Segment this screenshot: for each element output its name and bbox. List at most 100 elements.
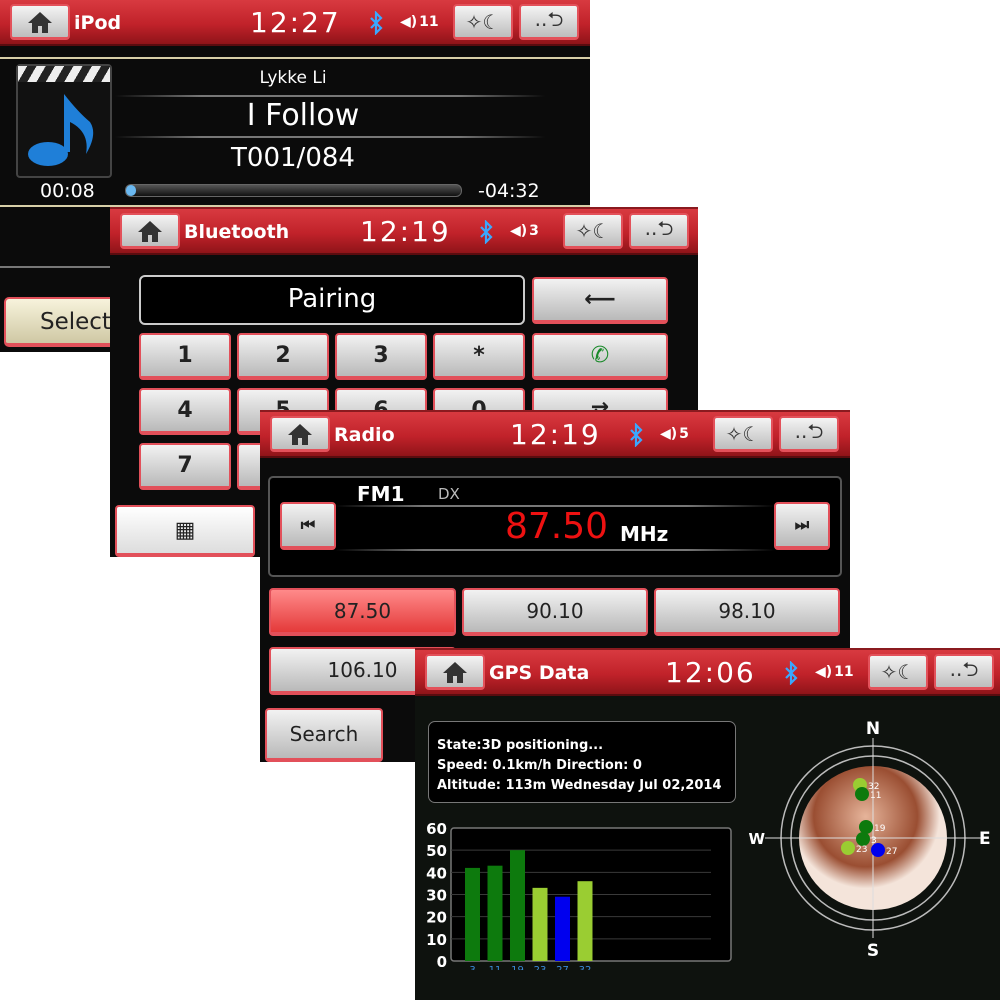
key-star[interactable]: *	[433, 333, 525, 380]
y-tick-label: 20	[426, 909, 447, 927]
header: iPod 12:27 ◀) 11 ✧☾ ..⮌	[0, 0, 590, 46]
screen-title: Bluetooth	[184, 221, 290, 243]
screen-title: Radio	[334, 424, 395, 446]
screen-title: iPod	[74, 12, 122, 34]
gps-panel: GPS Data 12:06 ◀) 11 ✧☾ ..⮌ State:3D posi…	[415, 648, 1000, 1000]
y-tick-label: 60	[426, 820, 447, 838]
divider	[115, 95, 545, 97]
key-2[interactable]: 2	[237, 333, 329, 380]
bar-sat-32	[577, 881, 593, 961]
satellite-3	[856, 832, 870, 846]
frequency-unit: MHz	[620, 522, 669, 546]
remaining-time: -04:32	[478, 180, 540, 202]
volume-indicator: ◀) 11	[815, 664, 854, 680]
skip-forward-icon: ⏭	[794, 515, 810, 534]
back-button[interactable]: ..⮌	[934, 654, 994, 690]
compass-north: N	[866, 719, 880, 739]
night-mode-button[interactable]: ✧☾	[868, 654, 928, 690]
dx-label: DX	[438, 485, 460, 503]
back-button[interactable]: ..⮌	[519, 4, 579, 40]
preset-2[interactable]: 90.10	[462, 588, 648, 636]
x-tick-label: 23	[534, 965, 547, 970]
key-1[interactable]: 1	[139, 333, 231, 380]
home-button[interactable]	[120, 213, 180, 249]
speaker-icon: ◀)	[660, 426, 678, 442]
y-tick-label: 50	[426, 842, 447, 860]
bluetooth-icon	[370, 11, 383, 35]
divider	[0, 57, 590, 59]
home-button[interactable]	[425, 654, 485, 690]
night-mode-button[interactable]: ✧☾	[453, 4, 513, 40]
bluetooth-icon	[630, 423, 643, 447]
satellite-label: 11	[870, 791, 881, 801]
satellite-label: 23	[856, 845, 867, 855]
bar-sat-3	[465, 867, 480, 961]
search-button[interactable]: Search	[265, 708, 383, 762]
home-button[interactable]	[10, 4, 70, 40]
y-tick-label: 40	[426, 864, 447, 882]
satellite-label: 19	[874, 824, 886, 834]
bar-sat-27	[555, 896, 570, 961]
moon-stars-icon: ✧☾	[880, 659, 916, 684]
clock: 12:06	[665, 656, 756, 689]
bluetooth-icon	[480, 220, 493, 244]
night-mode-button[interactable]: ✧☾	[563, 213, 623, 249]
phone-icon: ✆	[590, 343, 610, 368]
bar-sat-23	[532, 887, 548, 961]
bar-sat-19	[510, 850, 525, 961]
x-tick-label: 11	[489, 965, 502, 970]
home-icon	[288, 423, 312, 445]
compass-south: S	[867, 941, 879, 961]
progress-bar[interactable]	[125, 184, 462, 197]
signal-strength-chart: 0 10 20 30 40 50 60 3 11 19 23 27 32	[426, 820, 732, 970]
backspace-arrow-icon: ⟵	[584, 287, 616, 312]
preset-1[interactable]: 87.50	[269, 588, 456, 636]
key-7[interactable]: 7	[139, 443, 231, 490]
gps-info-box: State:3D positioning... Speed: 0.1km/h D…	[428, 721, 736, 803]
home-button[interactable]	[270, 416, 330, 452]
music-note-icon	[28, 94, 94, 166]
seek-forward-button[interactable]: ⏭	[774, 502, 830, 550]
progress-fill	[126, 185, 137, 196]
screen-title: GPS Data	[489, 662, 590, 684]
home-icon	[443, 661, 467, 683]
back-button[interactable]: ..⮌	[629, 213, 689, 249]
satellite-19	[859, 820, 873, 834]
clock: 12:27	[250, 6, 341, 39]
clock: 12:19	[360, 215, 451, 248]
call-button[interactable]: ✆	[532, 333, 668, 380]
x-tick-label: 19	[511, 965, 524, 970]
y-tick-label: 0	[437, 953, 447, 970]
tab-keypad[interactable]: ▦	[115, 505, 255, 557]
volume-indicator: ◀) 11	[400, 14, 439, 30]
header: Radio 12:19 ◀) 5 ✧☾ ..⮌	[260, 412, 850, 458]
artist-name: Lykke Li	[259, 68, 327, 88]
bluetooth-icon	[785, 661, 798, 685]
preset-3[interactable]: 98.10	[654, 588, 840, 636]
satellite-label: 27	[886, 847, 897, 857]
seek-back-button[interactable]: ⏮	[280, 502, 336, 550]
home-icon	[28, 11, 52, 33]
back-arrow-icon: ..⮌	[534, 6, 564, 31]
frequency-readout: 87.50	[505, 506, 609, 547]
bar-sat-11	[487, 865, 503, 961]
speaker-icon: ◀)	[510, 223, 528, 239]
clock: 12:19	[510, 418, 601, 451]
divider	[335, 549, 775, 551]
x-tick-label: 3	[469, 965, 475, 970]
key-3[interactable]: 3	[335, 333, 427, 380]
moon-stars-icon: ✧☾	[465, 9, 501, 34]
header: Bluetooth 12:19 ◀) 3 ✧☾ ..⮌	[110, 209, 698, 255]
speaker-icon: ◀)	[400, 14, 418, 30]
night-mode-button[interactable]: ✧☾	[713, 416, 773, 452]
track-number: T001/084	[231, 143, 355, 173]
backspace-button[interactable]: ⟵	[532, 277, 668, 324]
back-arrow-icon: ..⮌	[794, 418, 824, 443]
home-icon	[138, 220, 162, 242]
speaker-icon: ◀)	[815, 664, 833, 680]
x-tick-label: 32	[579, 965, 592, 970]
satellite-sky-plot: N S E W 321119323 27	[748, 719, 990, 961]
key-4[interactable]: 4	[139, 388, 231, 435]
gps-altitude: Altitude: 113m Wednesday Jul 02,2014	[437, 778, 722, 793]
back-button[interactable]: ..⮌	[779, 416, 839, 452]
